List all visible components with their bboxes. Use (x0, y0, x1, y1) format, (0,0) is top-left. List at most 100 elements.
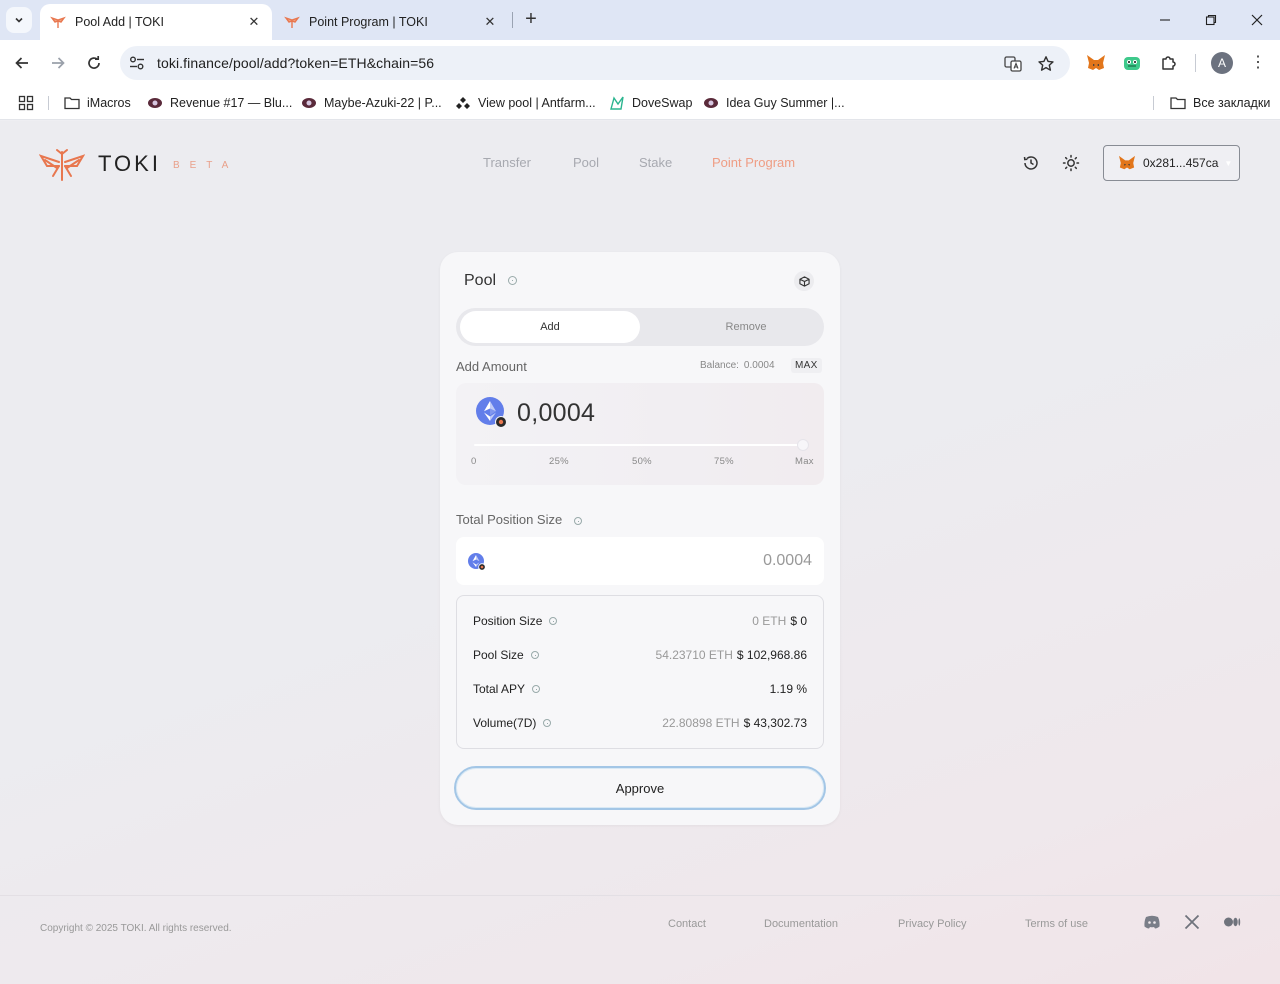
site-settings-icon[interactable] (128, 54, 146, 72)
nav-point-program[interactable]: Point Program (712, 155, 795, 170)
info-icon[interactable] (530, 651, 539, 659)
slider-tick[interactable]: 50% (632, 456, 652, 467)
medium-icon[interactable] (1223, 913, 1241, 931)
tab-pool-add[interactable]: Pool Add | TOKI ✕ (40, 4, 272, 40)
stat-apy-value: 1.19 % (769, 682, 807, 696)
info-icon[interactable] (543, 719, 552, 727)
wallet-button[interactable]: 0x281...457ca ▼ (1103, 145, 1240, 181)
beta-label: BETA (172, 160, 239, 171)
footer-link-privacy[interactable]: Privacy Policy (898, 918, 966, 930)
address-bar[interactable]: toki.finance/pool/add?token=ETH&chain=56 (120, 46, 1070, 80)
bookmark-doveswap[interactable]: DoveSwap (609, 93, 692, 113)
reload-button[interactable] (79, 48, 109, 78)
info-icon[interactable] (508, 276, 518, 286)
add-tab[interactable]: Add (460, 311, 640, 343)
wallet-address: 0x281...457ca (1143, 156, 1219, 170)
stat-label: Total APY (473, 682, 526, 696)
toki-favicon-icon (284, 16, 300, 28)
extensions-puzzle-icon[interactable] (1158, 52, 1180, 74)
bookmarks-divider (48, 96, 49, 110)
new-tab-button[interactable]: + (520, 8, 542, 30)
bookmark-idea-guy[interactable]: Idea Guy Summer |... (703, 93, 845, 113)
slider-tick[interactable]: 0 (471, 456, 477, 467)
back-button[interactable] (7, 48, 37, 78)
stat-label: Position Size (473, 614, 543, 628)
total-position-label-row: Total Position Size (456, 512, 582, 527)
tab-point-program[interactable]: Point Program | TOKI ✕ (274, 4, 508, 40)
stat-eth-value: 22.80898 ETH (662, 716, 740, 730)
chevron-down-icon: ▼ (1224, 158, 1233, 168)
chevron-down-icon (15, 17, 23, 23)
minimize-button[interactable] (1142, 0, 1188, 40)
restore-button[interactable] (1188, 0, 1234, 40)
close-tab-icon[interactable]: ✕ (482, 14, 498, 30)
profile-avatar[interactable]: A (1211, 52, 1233, 74)
eth-token-icon (468, 553, 486, 571)
balance-value: 0.0004 (743, 360, 775, 371)
site-icon (703, 95, 719, 111)
discord-icon[interactable] (1143, 913, 1161, 931)
amount-slider-track[interactable] (474, 444, 806, 446)
card-title-row: Pool (464, 272, 518, 290)
stat-usd-value: $ 102,968.86 (736, 648, 807, 662)
browser-tab-bar: Pool Add | TOKI ✕ Point Program | TOKI ✕… (0, 0, 1280, 40)
cube-icon[interactable] (794, 271, 814, 291)
theme-sun-icon[interactable] (1062, 154, 1080, 172)
slider-tick[interactable]: 25% (549, 456, 569, 467)
bookmark-antfarm[interactable]: View pool | Antfarm... (455, 93, 596, 113)
translate-icon[interactable] (1003, 54, 1023, 74)
bookmark-label: Maybe-Azuki-22 | P... (324, 96, 442, 110)
nav-transfer[interactable]: Transfer (483, 155, 531, 170)
nav-pool[interactable]: Pool (573, 155, 599, 170)
close-tab-icon[interactable]: ✕ (246, 14, 262, 30)
bookmark-star-icon[interactable] (1036, 54, 1056, 74)
info-icon[interactable] (549, 617, 558, 625)
toki-logo[interactable]: TOKI BETA (39, 146, 238, 182)
x-twitter-icon[interactable] (1183, 913, 1201, 931)
footer-link-contact[interactable]: Contact (668, 918, 706, 930)
slider-tick[interactable]: Max (795, 456, 814, 467)
bookmark-imacros[interactable]: iMacros (64, 93, 131, 113)
slider-tick[interactable]: 75% (714, 456, 734, 467)
browser-menu-icon[interactable]: ⋮ (1248, 52, 1268, 74)
site-icon (609, 95, 625, 111)
stat-row-total-apy: Total APY 1.19 % (473, 680, 807, 698)
amount-slider-handle[interactable] (797, 439, 809, 451)
amount-input[interactable]: 0,0004 (517, 399, 595, 428)
pool-card: Pool Add Remove Add Amount Balance: 0.000… (440, 252, 840, 825)
info-icon[interactable] (532, 685, 541, 693)
bookmark-label: View pool | Antfarm... (478, 96, 596, 110)
site-icon (455, 95, 471, 111)
folder-icon (64, 95, 80, 111)
approve-button[interactable]: Approve (454, 766, 826, 810)
frog-extension-icon[interactable] (1121, 52, 1143, 74)
metamask-extension-icon[interactable] (1085, 52, 1107, 74)
total-position-label: Total Position Size (456, 512, 563, 527)
footer-link-documentation[interactable]: Documentation (764, 918, 838, 930)
tab-search-button[interactable] (6, 7, 32, 33)
logo-text: TOKI (98, 151, 161, 176)
close-window-button[interactable] (1234, 0, 1280, 40)
info-icon[interactable] (573, 516, 582, 525)
add-remove-toggle: Add Remove (456, 308, 824, 346)
url-text: toki.finance/pool/add?token=ETH&chain=56 (157, 55, 435, 71)
all-bookmarks[interactable]: Все закладки (1170, 93, 1270, 113)
arrow-left-icon (15, 57, 28, 69)
apps-grid-icon[interactable] (18, 93, 34, 113)
history-icon[interactable] (1022, 154, 1040, 172)
tab-title: Point Program | TOKI (309, 15, 428, 29)
max-button[interactable]: MAX (791, 358, 822, 373)
toki-bird-logo-icon (39, 149, 85, 181)
reload-icon (88, 56, 100, 69)
forward-button[interactable] (43, 48, 73, 78)
balance-display: Balance: 0.0004 (700, 360, 775, 371)
stat-row-position-size: Position Size 0 ETH $ 0 (473, 612, 807, 630)
minimize-icon (1160, 19, 1170, 21)
bookmark-revenue[interactable]: Revenue #17 — Blu... (147, 93, 292, 113)
footer-link-terms[interactable]: Terms of use (1025, 918, 1088, 930)
remove-tab[interactable]: Remove (656, 311, 836, 343)
nav-stake[interactable]: Stake (639, 155, 672, 170)
stat-row-volume-7d: Volume(7D) 22.80898 ETH $ 43,302.73 (473, 714, 807, 732)
bookmark-azuki[interactable]: Maybe-Azuki-22 | P... (301, 93, 442, 113)
toki-favicon-icon (50, 16, 66, 28)
